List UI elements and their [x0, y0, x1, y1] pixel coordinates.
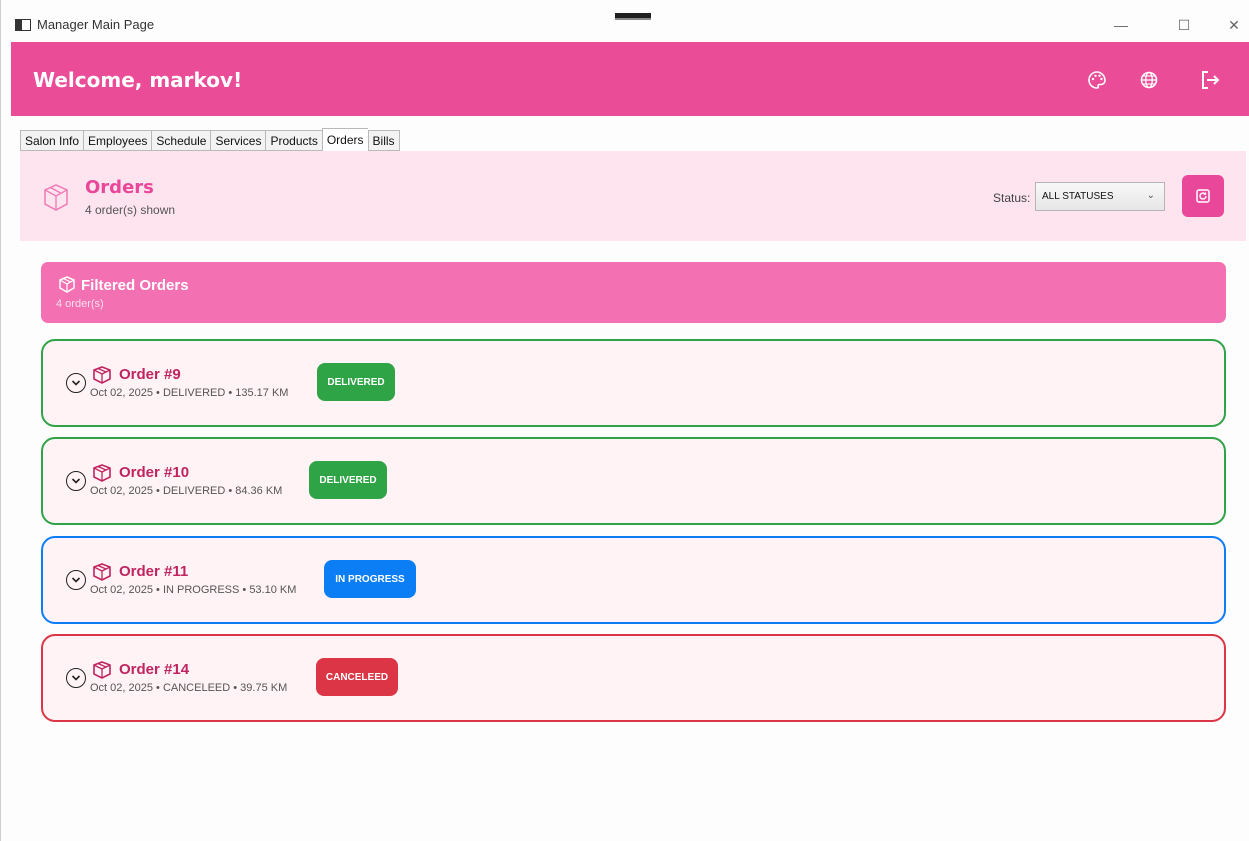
logout-icon [1202, 71, 1220, 89]
chevron-down-icon [71, 577, 81, 583]
welcome-text: Welcome, markov! [33, 68, 243, 92]
theme-button[interactable] [1084, 67, 1110, 93]
language-button[interactable] [1136, 67, 1162, 93]
order-card[interactable]: Order #11 Oct 02, 2025 • IN PROGRESS • 5… [41, 536, 1226, 624]
tab-services[interactable]: Services [210, 130, 266, 151]
expand-button[interactable] [66, 471, 86, 491]
expand-button[interactable] [66, 373, 86, 393]
order-details: Oct 02, 2025 • DELIVERED • 135.17 KM [90, 387, 289, 399]
title-bar: Manager Main Page — ☐ ✕ [1, 8, 1249, 42]
order-card[interactable]: Order #14 Oct 02, 2025 • CANCELEED • 39.… [41, 634, 1226, 722]
chevron-down-icon [71, 478, 81, 484]
status-filter-select[interactable]: ALL STATUSES ⌄ [1035, 182, 1165, 211]
tab-salon-info[interactable]: Salon Info [20, 130, 84, 151]
status-badge: DELIVERED [317, 363, 395, 401]
minimize-button[interactable]: — [1106, 14, 1136, 36]
package-icon [58, 275, 76, 298]
order-card[interactable]: Order #9 Oct 02, 2025 • DELIVERED • 135.… [41, 339, 1226, 427]
expand-button[interactable] [66, 570, 86, 590]
window-title: Manager Main Page [37, 17, 155, 32]
app-icon [15, 19, 31, 31]
filtered-orders-header: Filtered Orders 4 order(s) [41, 262, 1226, 323]
order-card[interactable]: Order #10 Oct 02, 2025 • DELIVERED • 84.… [41, 437, 1226, 525]
order-details: Oct 02, 2025 • IN PROGRESS • 53.10 KM [90, 584, 297, 596]
logout-button[interactable] [1197, 67, 1223, 93]
status-badge: DELIVERED [309, 461, 387, 499]
order-title: Order #9 [119, 366, 181, 383]
order-details: Oct 02, 2025 • DELIVERED • 84.36 KM [90, 485, 283, 497]
main-tabs: Salon Info Employees Schedule Services P… [20, 128, 400, 151]
app-window: Manager Main Page — ☐ ✕ Welcome, markov!… [0, 0, 1249, 841]
chevron-down-icon [71, 380, 81, 386]
globe-icon [1140, 71, 1158, 89]
app-header: Welcome, markov! [11, 42, 1249, 116]
order-title: Order #14 [119, 661, 190, 678]
tab-products[interactable]: Products [265, 130, 322, 151]
page-title: Orders [85, 177, 154, 198]
status-filter-label: Status: [993, 191, 1031, 205]
expand-button[interactable] [66, 668, 86, 688]
filtered-orders-title: Filtered Orders [81, 277, 189, 294]
order-title: Order #11 [119, 563, 189, 580]
palette-icon [1088, 71, 1106, 89]
orders-page-header: Orders 4 order(s) shown Status: ALL STAT… [20, 151, 1246, 241]
chevron-down-icon [71, 675, 81, 681]
refresh-button[interactable] [1182, 175, 1224, 217]
status-filter-value: ALL STATUSES [1042, 191, 1114, 202]
order-title: Order #10 [119, 464, 190, 481]
status-badge: IN PROGRESS [324, 560, 416, 598]
tab-employees[interactable]: Employees [83, 130, 152, 151]
package-icon [42, 182, 70, 217]
tab-orders[interactable]: Orders [321, 128, 368, 151]
page-subtitle: 4 order(s) shown [85, 203, 176, 217]
status-badge: CANCELEED [316, 658, 398, 696]
tab-schedule[interactable]: Schedule [151, 130, 211, 151]
refresh-icon [1196, 189, 1210, 203]
filtered-orders-count: 4 order(s) [56, 298, 104, 310]
drag-handle[interactable] [615, 13, 651, 20]
chevron-down-icon: ⌄ [1146, 190, 1155, 201]
order-details: Oct 02, 2025 • CANCELEED • 39.75 KM [90, 682, 288, 694]
maximize-button[interactable]: ☐ [1169, 14, 1199, 36]
close-button[interactable]: ✕ [1219, 14, 1249, 36]
tab-bills[interactable]: Bills [367, 130, 400, 151]
